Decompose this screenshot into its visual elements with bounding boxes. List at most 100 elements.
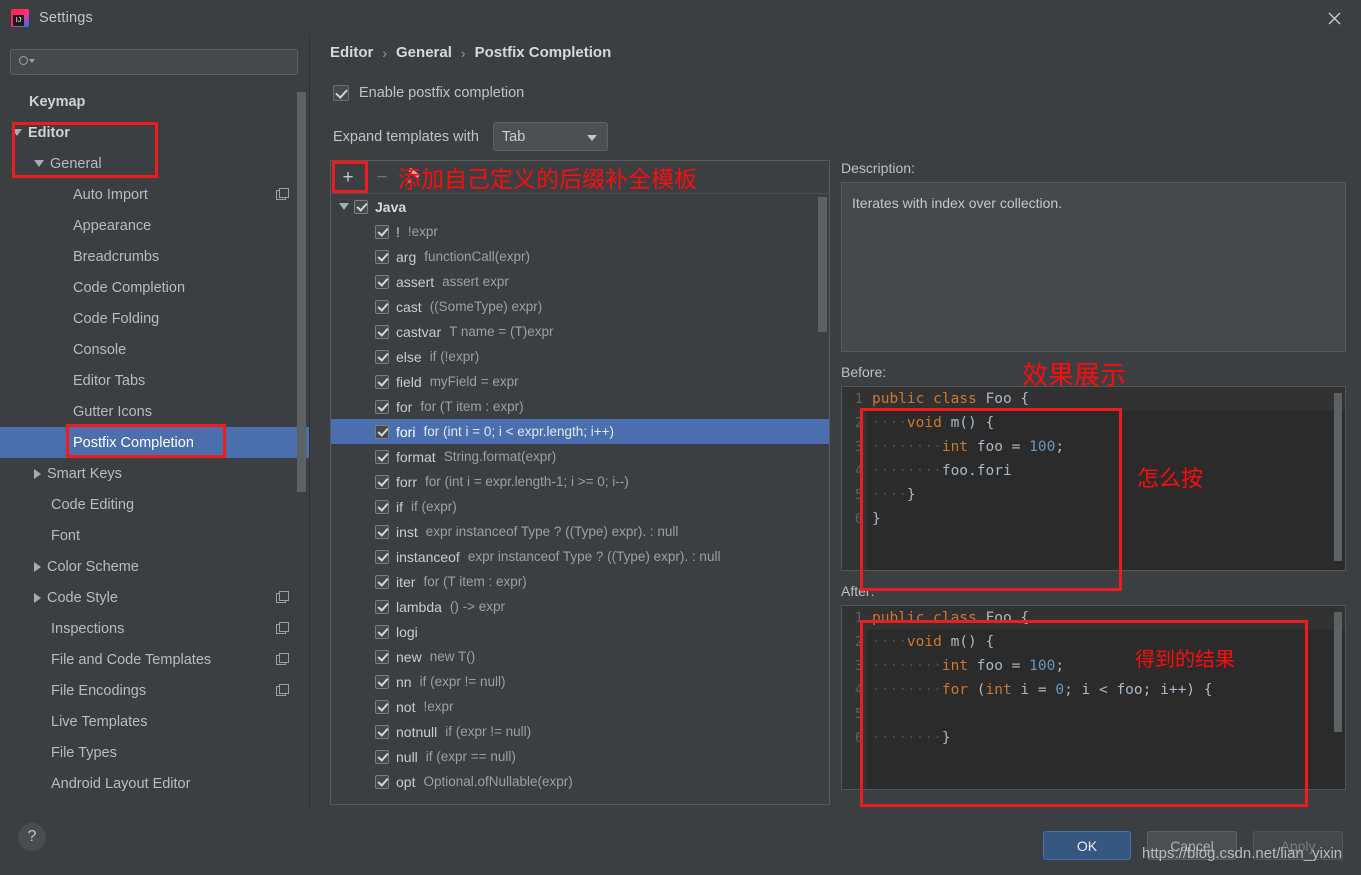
template-row[interactable]: forr for (int i = expr.length-1; i >= 0; …: [331, 469, 829, 494]
template-checkbox[interactable]: [375, 499, 389, 514]
settings-tree[interactable]: Keymap Editor General Auto Import Appearance…: [0, 86, 309, 811]
template-row[interactable]: fori for (int i = 0; i < expr.length; i++…: [331, 419, 829, 444]
chevron-right-icon[interactable]: [34, 561, 41, 572]
template-row[interactable]: field myField = expr: [331, 369, 829, 394]
template-row[interactable]: else if (!expr): [331, 344, 829, 369]
chevron-right-icon[interactable]: [34, 468, 41, 479]
breadcrumb-item-general[interactable]: General: [396, 44, 452, 61]
sidebar-item-auto-import[interactable]: Auto Import: [0, 179, 309, 210]
template-row[interactable]: for for (T item : expr): [331, 394, 829, 419]
template-row[interactable]: lambda () -> expr: [331, 594, 829, 619]
breadcrumb-item-editor[interactable]: Editor: [330, 44, 373, 61]
sidebar-item-smart-keys[interactable]: Smart Keys: [0, 458, 309, 489]
sidebar-item-inspections[interactable]: Inspections: [0, 613, 309, 644]
template-row[interactable]: instanceof expr instanceof Type ? ((Type)…: [331, 544, 829, 569]
sidebar-item-font[interactable]: Font: [0, 520, 309, 551]
template-row[interactable]: opt Optional.ofNullable(expr): [331, 769, 829, 794]
sidebar-item-keymap[interactable]: Keymap: [0, 86, 309, 117]
sidebar-item-file-encodings[interactable]: File Encodings: [0, 675, 309, 706]
sidebar-item-code-editing[interactable]: Code Editing: [0, 489, 309, 520]
enable-postfix-completion-row[interactable]: Enable postfix completion: [333, 85, 524, 101]
template-row[interactable]: iter for (T item : expr): [331, 569, 829, 594]
template-checkbox[interactable]: [375, 424, 389, 439]
template-checkbox[interactable]: [375, 549, 389, 564]
after-scrollbar-thumb[interactable]: [1334, 612, 1342, 732]
template-checkbox[interactable]: [375, 399, 389, 414]
sidebar-item-gutter-icons[interactable]: Gutter Icons: [0, 396, 309, 427]
enable-postfix-completion-checkbox[interactable]: [333, 85, 349, 101]
template-checkbox[interactable]: [375, 774, 389, 789]
sidebar-item-code-completion[interactable]: Code Completion: [0, 272, 309, 303]
search-field[interactable]: [10, 49, 298, 75]
template-group-row[interactable]: Java: [331, 194, 829, 219]
template-checkbox[interactable]: [375, 324, 389, 339]
search-input[interactable]: [34, 54, 297, 70]
sidebar-item-code-style[interactable]: Code Style: [0, 582, 309, 613]
sidebar-item-code-folding[interactable]: Code Folding: [0, 303, 309, 334]
template-row[interactable]: new new T(): [331, 644, 829, 669]
templates-scrollbar-thumb[interactable]: [818, 197, 827, 332]
chevron-down-icon[interactable]: [12, 129, 22, 136]
template-checkbox[interactable]: [375, 674, 389, 689]
sidebar-item-android-layout-editor[interactable]: Android Layout Editor: [0, 768, 309, 799]
template-row[interactable]: assert assert expr: [331, 269, 829, 294]
sidebar-item-live-templates[interactable]: Live Templates: [0, 706, 309, 737]
sidebar-scrollbar[interactable]: [297, 86, 306, 811]
remove-template-button[interactable]: −: [371, 168, 393, 187]
template-checkbox[interactable]: [375, 474, 389, 489]
add-template-button[interactable]: +: [337, 168, 359, 187]
sidebar-item-appearance[interactable]: Appearance: [0, 210, 309, 241]
breadcrumb-item-postfix-completion[interactable]: Postfix Completion: [475, 44, 612, 61]
template-checkbox[interactable]: [375, 349, 389, 364]
sidebar-item-file-types[interactable]: File Types: [0, 737, 309, 768]
templates-list[interactable]: Java! !expr arg functionCall(expr) assert ass…: [331, 194, 829, 804]
template-checkbox[interactable]: [375, 524, 389, 539]
template-checkbox[interactable]: [375, 724, 389, 739]
expand-templates-select[interactable]: Tab: [492, 122, 608, 151]
template-checkbox[interactable]: [375, 449, 389, 464]
template-checkbox[interactable]: [354, 199, 368, 214]
template-row[interactable]: if if (expr): [331, 494, 829, 519]
chevron-down-icon[interactable]: [34, 160, 44, 167]
template-checkbox[interactable]: [375, 299, 389, 314]
template-row[interactable]: castvar T name = (T)expr: [331, 319, 829, 344]
template-row[interactable]: null if (expr == null): [331, 744, 829, 769]
chevron-right-icon[interactable]: [34, 592, 41, 603]
template-checkbox[interactable]: [375, 224, 389, 239]
close-icon[interactable]: [1323, 7, 1345, 29]
help-button[interactable]: ?: [18, 823, 46, 851]
template-checkbox[interactable]: [375, 649, 389, 664]
template-checkbox[interactable]: [375, 574, 389, 589]
code-line: 1 public class Foo {: [842, 387, 1345, 411]
template-checkbox[interactable]: [375, 274, 389, 289]
sidebar-item-file-and-code-templates[interactable]: File and Code Templates: [0, 644, 309, 675]
sidebar-item-editor[interactable]: Editor: [0, 117, 309, 148]
template-row[interactable]: logi: [331, 619, 829, 644]
sidebar-item-color-scheme[interactable]: Color Scheme: [0, 551, 309, 582]
template-checkbox[interactable]: [375, 599, 389, 614]
template-checkbox[interactable]: [375, 624, 389, 639]
template-row[interactable]: inst expr instanceof Type ? ((Type) expr)…: [331, 519, 829, 544]
template-checkbox[interactable]: [375, 699, 389, 714]
template-row[interactable]: format String.format(expr): [331, 444, 829, 469]
template-row[interactable]: arg functionCall(expr): [331, 244, 829, 269]
pencil-icon[interactable]: [405, 169, 423, 185]
template-row[interactable]: ! !expr: [331, 219, 829, 244]
sidebar-item-postfix-completion[interactable]: Postfix Completion: [0, 427, 309, 458]
ok-button[interactable]: OK: [1043, 831, 1131, 860]
before-scrollbar-thumb[interactable]: [1334, 393, 1342, 561]
sidebar-item-breadcrumbs[interactable]: Breadcrumbs: [0, 241, 309, 272]
template-checkbox[interactable]: [375, 374, 389, 389]
sidebar-item-editor-tabs[interactable]: Editor Tabs: [0, 365, 309, 396]
copy-settings-icon: [276, 653, 289, 665]
template-row[interactable]: notnull if (expr != null): [331, 719, 829, 744]
sidebar-item-console[interactable]: Console: [0, 334, 309, 365]
template-checkbox[interactable]: [375, 249, 389, 264]
sidebar-scrollbar-thumb[interactable]: [297, 92, 306, 492]
sidebar-item-general[interactable]: General: [0, 148, 309, 179]
template-row[interactable]: not !expr: [331, 694, 829, 719]
template-checkbox[interactable]: [375, 749, 389, 764]
chevron-down-icon[interactable]: [339, 203, 349, 210]
template-row[interactable]: nn if (expr != null): [331, 669, 829, 694]
template-row[interactable]: cast ((SomeType) expr): [331, 294, 829, 319]
